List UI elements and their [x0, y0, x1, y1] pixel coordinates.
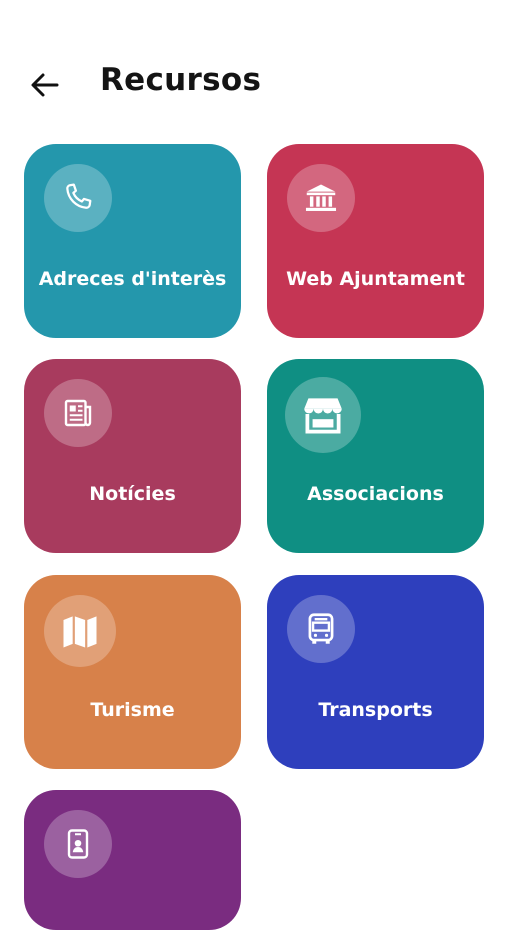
tile-transports[interactable]: Transports: [267, 575, 484, 769]
icon-badge: [287, 164, 355, 232]
phone-icon: [66, 183, 92, 209]
icon-badge: [285, 377, 361, 453]
tile-adreces-interes[interactable]: Adreces d'interès: [24, 144, 241, 338]
tile-turisme[interactable]: Turisme: [24, 575, 241, 769]
tile-label: Associacions: [307, 483, 444, 505]
map-icon: [63, 616, 97, 648]
id-badge-icon: [67, 829, 89, 859]
back-button[interactable]: [26, 66, 64, 104]
icon-badge: [44, 379, 112, 447]
tile-label: Adreces d'interès: [38, 268, 227, 290]
bus-icon: [308, 613, 334, 644]
tile-label: Transports: [318, 699, 433, 721]
tile-contact-card[interactable]: [24, 790, 241, 930]
town-hall-icon: [305, 184, 337, 211]
tile-label: Notícies: [89, 483, 176, 505]
store-icon: [304, 398, 342, 434]
icon-badge: [44, 164, 112, 232]
tile-noticies[interactable]: Notícies: [24, 359, 241, 553]
page-title: Recursos: [100, 62, 262, 98]
newspaper-icon: [64, 399, 92, 427]
tile-label: Turisme: [90, 699, 175, 721]
icon-badge: [44, 595, 116, 667]
icon-badge: [287, 595, 355, 663]
tile-web-ajuntament[interactable]: Web Ajuntament: [267, 144, 484, 338]
app-header: Recursos: [0, 50, 507, 114]
arrow-left-icon: [31, 73, 59, 97]
tile-associacions[interactable]: Associacions: [267, 359, 484, 553]
icon-badge: [44, 810, 112, 878]
tile-label: Web Ajuntament: [286, 268, 465, 290]
